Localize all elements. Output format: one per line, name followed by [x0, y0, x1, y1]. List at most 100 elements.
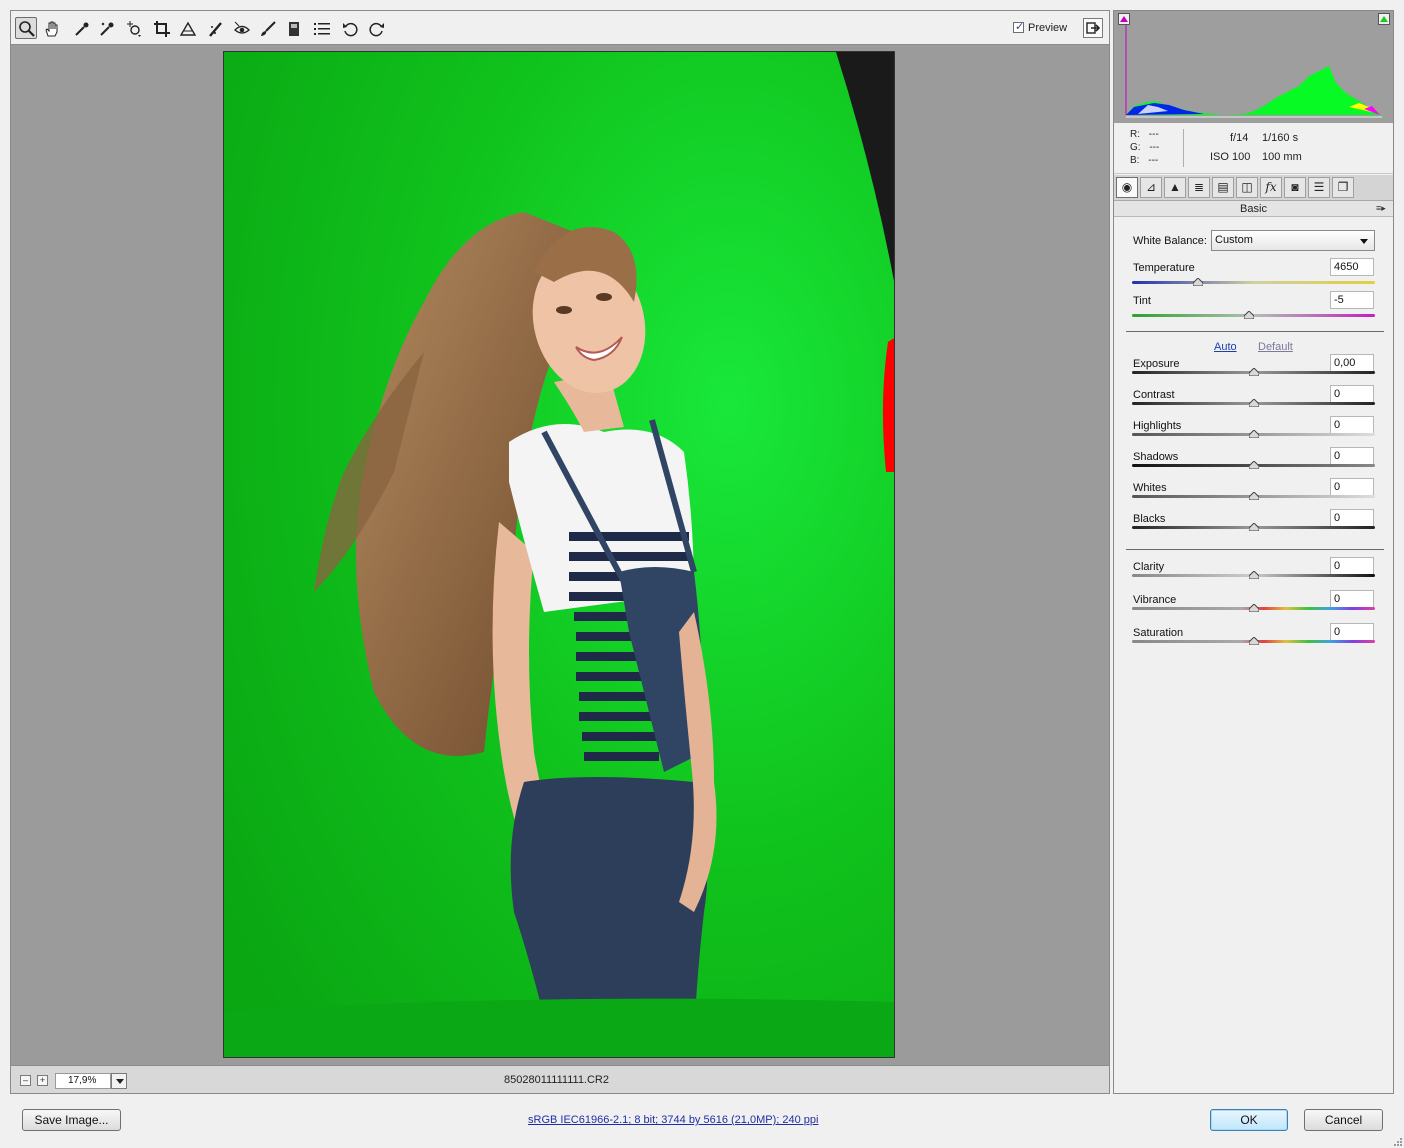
- target-adjustment-tool[interactable]: [122, 17, 144, 39]
- crop-tool[interactable]: [150, 17, 172, 39]
- graduated-filter-tool[interactable]: [282, 17, 304, 39]
- blacks-input[interactable]: 0: [1330, 509, 1374, 527]
- tab-snapshots[interactable]: ❐: [1332, 177, 1354, 198]
- brush-icon: [261, 21, 276, 36]
- temperature-label: Temperature: [1133, 262, 1195, 274]
- tab-lens-corrections[interactable]: ◫: [1236, 177, 1258, 198]
- highlights-slider-thumb[interactable]: [1248, 430, 1259, 438]
- clarity-slider-thumb[interactable]: [1248, 571, 1259, 579]
- shadows-slider-thumb[interactable]: [1248, 461, 1259, 469]
- zoom-out-button[interactable]: –: [20, 1075, 31, 1086]
- exposure-slider-thumb[interactable]: [1248, 368, 1259, 376]
- tint-slider-thumb[interactable]: [1243, 311, 1254, 319]
- zoom-in-button[interactable]: +: [37, 1075, 48, 1086]
- tab-camera-calibration[interactable]: ◙: [1284, 177, 1306, 198]
- highlights-input[interactable]: 0: [1330, 416, 1374, 434]
- tab-split-toning[interactable]: ▤: [1212, 177, 1234, 198]
- blacks-label: Blacks: [1133, 513, 1166, 525]
- whites-input[interactable]: 0: [1330, 478, 1374, 496]
- preview-canvas[interactable]: [11, 46, 1109, 1065]
- tab-detail[interactable]: ▲: [1164, 177, 1186, 198]
- saturation-slider-thumb[interactable]: [1248, 637, 1259, 645]
- shadows-label: Shadows: [1133, 451, 1179, 463]
- zoom-dropdown-button[interactable]: [111, 1073, 127, 1089]
- lens-icon: ◫: [1241, 180, 1253, 194]
- b-label: B:: [1130, 155, 1140, 166]
- shutter-value: 1/160 s: [1262, 132, 1299, 144]
- vibrance-input[interactable]: 0: [1330, 590, 1374, 608]
- blacks-slider-thumb[interactable]: [1248, 523, 1259, 531]
- clarity-input[interactable]: 0: [1330, 557, 1374, 575]
- adjustments-panel: R: --- G: --- B: --- f/14 1/160 s ISO 10…: [1113, 10, 1394, 1094]
- saturation-label: Saturation: [1133, 627, 1184, 639]
- tab-presets[interactable]: ☰: [1308, 177, 1330, 198]
- snapshots-icon: ❐: [1337, 180, 1349, 194]
- tab-effects[interactable]: fx: [1260, 177, 1282, 198]
- color-sampler-tool[interactable]: [95, 17, 117, 39]
- vibrance-slider-thumb[interactable]: [1248, 604, 1259, 612]
- hand-tool[interactable]: [40, 17, 62, 39]
- preview-label[interactable]: Preview: [1028, 22, 1067, 34]
- fx-icon: fx: [1265, 180, 1277, 194]
- tab-tone-curve[interactable]: ⊿: [1140, 177, 1162, 198]
- section-header: Basic ≡▸: [1114, 201, 1393, 217]
- tab-hsl[interactable]: ≣: [1188, 177, 1210, 198]
- fullscreen-toggle-button[interactable]: [1083, 18, 1103, 38]
- spot-removal-icon: [209, 22, 222, 37]
- r-label: R:: [1130, 129, 1140, 140]
- straighten-tool[interactable]: [176, 17, 198, 39]
- split-toning-icon: ▤: [1217, 180, 1229, 194]
- resize-grip-icon[interactable]: [1392, 1136, 1402, 1146]
- vibrance-label: Vibrance: [1133, 594, 1177, 606]
- zoom-level-field[interactable]: 17,9%: [55, 1073, 111, 1089]
- cancel-button[interactable]: Cancel: [1304, 1109, 1383, 1131]
- preferences-button[interactable]: [310, 17, 332, 39]
- sampler-icon: [100, 22, 114, 36]
- zoom-tool[interactable]: [15, 17, 37, 39]
- presets-icon: ☰: [1313, 180, 1325, 194]
- ok-button[interactable]: OK: [1210, 1109, 1288, 1131]
- white-balance-select[interactable]: Custom: [1211, 230, 1375, 251]
- shadow-clipping-warning-icon[interactable]: [1118, 13, 1130, 25]
- photo-preview[interactable]: [223, 51, 895, 1058]
- camera-calibration-icon: ◙: [1291, 180, 1299, 194]
- temperature-input[interactable]: 4650: [1330, 258, 1374, 276]
- auto-link[interactable]: Auto: [1214, 341, 1237, 353]
- eyedropper-icon: [75, 22, 89, 36]
- hand-icon: [45, 21, 58, 37]
- toolbar: ✓ Preview: [11, 11, 1109, 45]
- rotate-left-button[interactable]: [339, 17, 361, 39]
- spot-removal-tool[interactable]: [204, 17, 226, 39]
- red-eye-tool[interactable]: [230, 17, 252, 39]
- highlight-clipping-warning-icon[interactable]: [1378, 13, 1390, 25]
- tone-curve-icon: ⊿: [1145, 180, 1157, 194]
- image-workspace: ✓ Preview – + 17,9% 85028011111111.CR2: [10, 10, 1110, 1094]
- temperature-slider-thumb[interactable]: [1192, 278, 1203, 286]
- pixel-readout: R: --- G: --- B: --- f/14 1/160 s ISO 10…: [1114, 124, 1393, 174]
- status-bar: – + 17,9% 85028011111111.CR2: [11, 1065, 1109, 1093]
- preview-checkbox[interactable]: ✓: [1013, 21, 1024, 33]
- tab-basic[interactable]: ◉: [1116, 177, 1138, 198]
- section-divider: [1126, 549, 1384, 550]
- contrast-label: Contrast: [1133, 389, 1175, 401]
- default-link[interactable]: Default: [1258, 341, 1293, 353]
- iso-value: ISO 100: [1210, 151, 1251, 163]
- save-image-button[interactable]: Save Image...: [22, 1109, 121, 1131]
- hsl-icon: ≣: [1193, 180, 1205, 194]
- whites-slider-thumb[interactable]: [1248, 492, 1259, 500]
- photo-of-woman-on-green-screen: [224, 52, 894, 1057]
- exposure-label: Exposure: [1133, 358, 1180, 370]
- workflow-options-link[interactable]: sRGB IEC61966-2.1; 8 bit; 3744 by 5616 (…: [528, 1114, 818, 1126]
- adjustment-brush-tool[interactable]: [256, 17, 278, 39]
- contrast-input[interactable]: 0: [1330, 385, 1374, 403]
- contrast-slider-thumb[interactable]: [1248, 399, 1259, 407]
- exposure-input[interactable]: 0,00: [1330, 354, 1374, 372]
- rotate-right-button[interactable]: [364, 17, 386, 39]
- white-balance-tool[interactable]: [70, 17, 92, 39]
- shadows-input[interactable]: 0: [1330, 447, 1374, 465]
- g-label: G:: [1130, 142, 1141, 153]
- panel-menu-icon[interactable]: ≡▸: [1376, 203, 1386, 214]
- temperature-slider-track[interactable]: [1132, 281, 1375, 284]
- saturation-input[interactable]: 0: [1330, 623, 1374, 641]
- tint-input[interactable]: -5: [1330, 291, 1374, 309]
